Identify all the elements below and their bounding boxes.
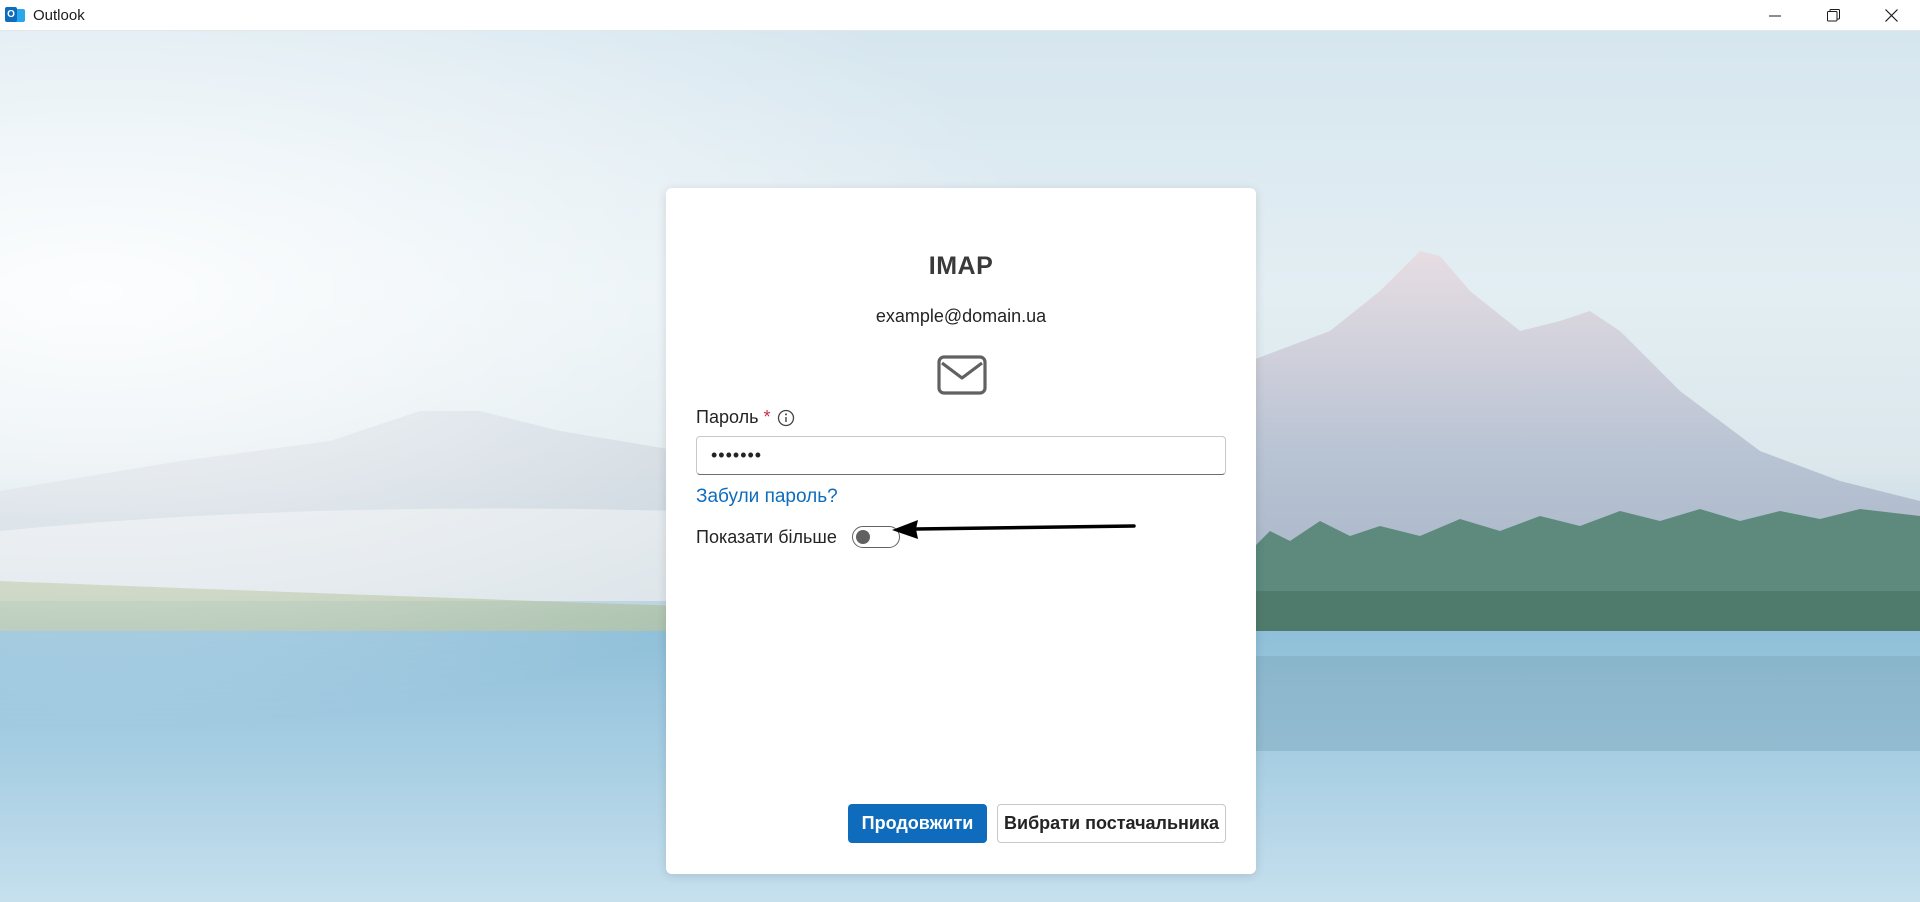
dialog-title: IMAP (928, 252, 994, 280)
restore-button[interactable] (1804, 0, 1862, 31)
password-masked-value: ••••••• (711, 445, 763, 465)
forgot-password-link[interactable]: Забули пароль? (696, 486, 838, 508)
title-bar: O Outlook (0, 0, 1920, 31)
choose-provider-button[interactable]: Вибрати постачальника (997, 804, 1226, 843)
window-controls (1746, 0, 1920, 31)
password-field[interactable]: ••••••• (696, 436, 1226, 475)
minimize-button[interactable] (1746, 0, 1804, 31)
annotation-arrow-icon (892, 520, 1136, 539)
show-more-label: Показати більше (696, 526, 837, 547)
close-icon (1884, 9, 1898, 22)
account-email: example@domain.ua (875, 306, 1047, 326)
info-icon[interactable] (777, 409, 795, 427)
outlook-icon: O (5, 6, 25, 24)
password-label-row: Пароль * (696, 407, 795, 428)
window-title: Outlook (33, 6, 85, 24)
toggle-knob (855, 530, 870, 544)
password-label: Пароль (696, 407, 759, 427)
imap-signin-dialog: IMAP example@domain.ua Пароль * ••••••• … (666, 188, 1256, 874)
close-button[interactable] (1862, 0, 1920, 31)
continue-button[interactable]: Продовжити (848, 804, 987, 843)
show-more-row: Показати більше (696, 526, 900, 548)
required-indicator: * (763, 407, 771, 427)
minimize-icon (1769, 15, 1781, 16)
restore-icon (1826, 9, 1840, 22)
envelope-icon (937, 355, 987, 395)
